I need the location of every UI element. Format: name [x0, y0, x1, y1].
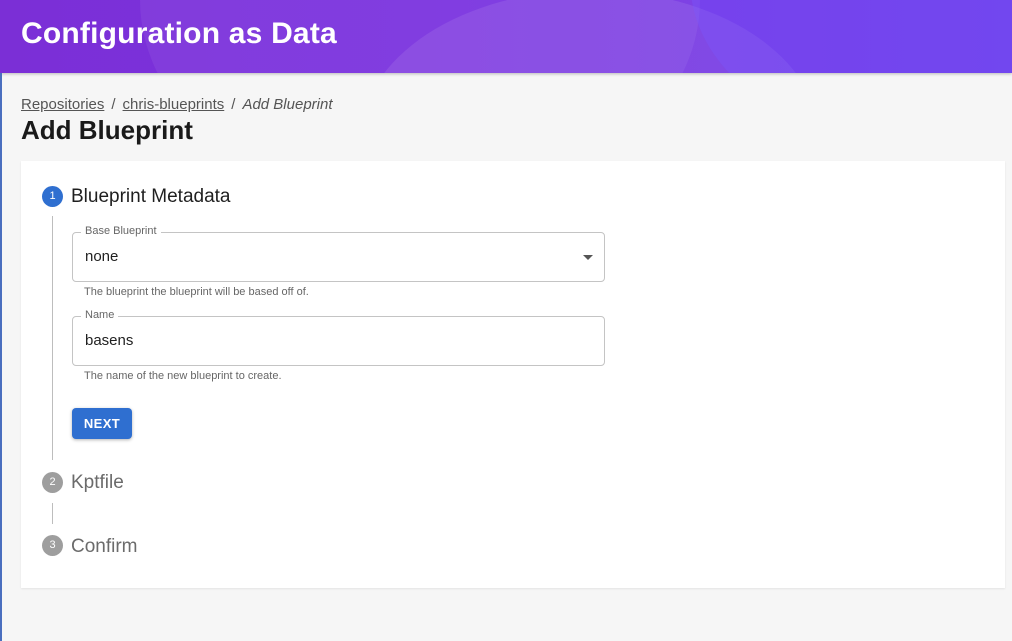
stepper-card: 1 Blueprint Metadata Base Blueprint none…	[21, 161, 1005, 588]
base-blueprint-value: none	[85, 248, 119, 265]
step-1-icon: 1	[42, 186, 63, 207]
app-title: Configuration as Data	[21, 17, 337, 50]
next-button[interactable]: NEXT	[72, 408, 132, 439]
step-2-label[interactable]: Kptfile	[71, 472, 124, 494]
step-1-connector	[52, 216, 53, 460]
step-2-connector	[52, 503, 53, 524]
name-helper: The name of the new blueprint to create.	[84, 370, 282, 382]
dropdown-arrow-icon[interactable]	[583, 255, 593, 260]
name-value: basens	[85, 332, 134, 349]
base-blueprint-select[interactable]: Base Blueprint none	[72, 225, 605, 282]
step-2-icon: 2	[42, 472, 63, 493]
name-field[interactable]: Name basens	[72, 309, 605, 366]
page-title: Add Blueprint	[21, 115, 193, 145]
base-blueprint-label: Base Blueprint	[81, 225, 161, 237]
name-label: Name	[81, 309, 119, 321]
app-header: Configuration as Data	[0, 0, 1012, 73]
left-edge-divider	[0, 73, 2, 641]
breadcrumb-link-repositories[interactable]: Repositories	[21, 96, 104, 113]
header-decoration	[690, 0, 1012, 73]
breadcrumb-separator: /	[111, 96, 116, 113]
step-1-label[interactable]: Blueprint Metadata	[71, 186, 231, 208]
breadcrumb-separator: /	[231, 96, 236, 113]
breadcrumb: Repositories / chris-blueprints / Add Bluepr…	[21, 96, 333, 113]
base-blueprint-helper: The blueprint the blueprint will be base…	[84, 286, 309, 298]
breadcrumb-current: Add Blueprint	[242, 96, 333, 113]
breadcrumb-link-repository[interactable]: chris-blueprints	[123, 96, 225, 113]
step-3-icon: 3	[42, 535, 63, 556]
step-3-label[interactable]: Confirm	[71, 536, 138, 558]
